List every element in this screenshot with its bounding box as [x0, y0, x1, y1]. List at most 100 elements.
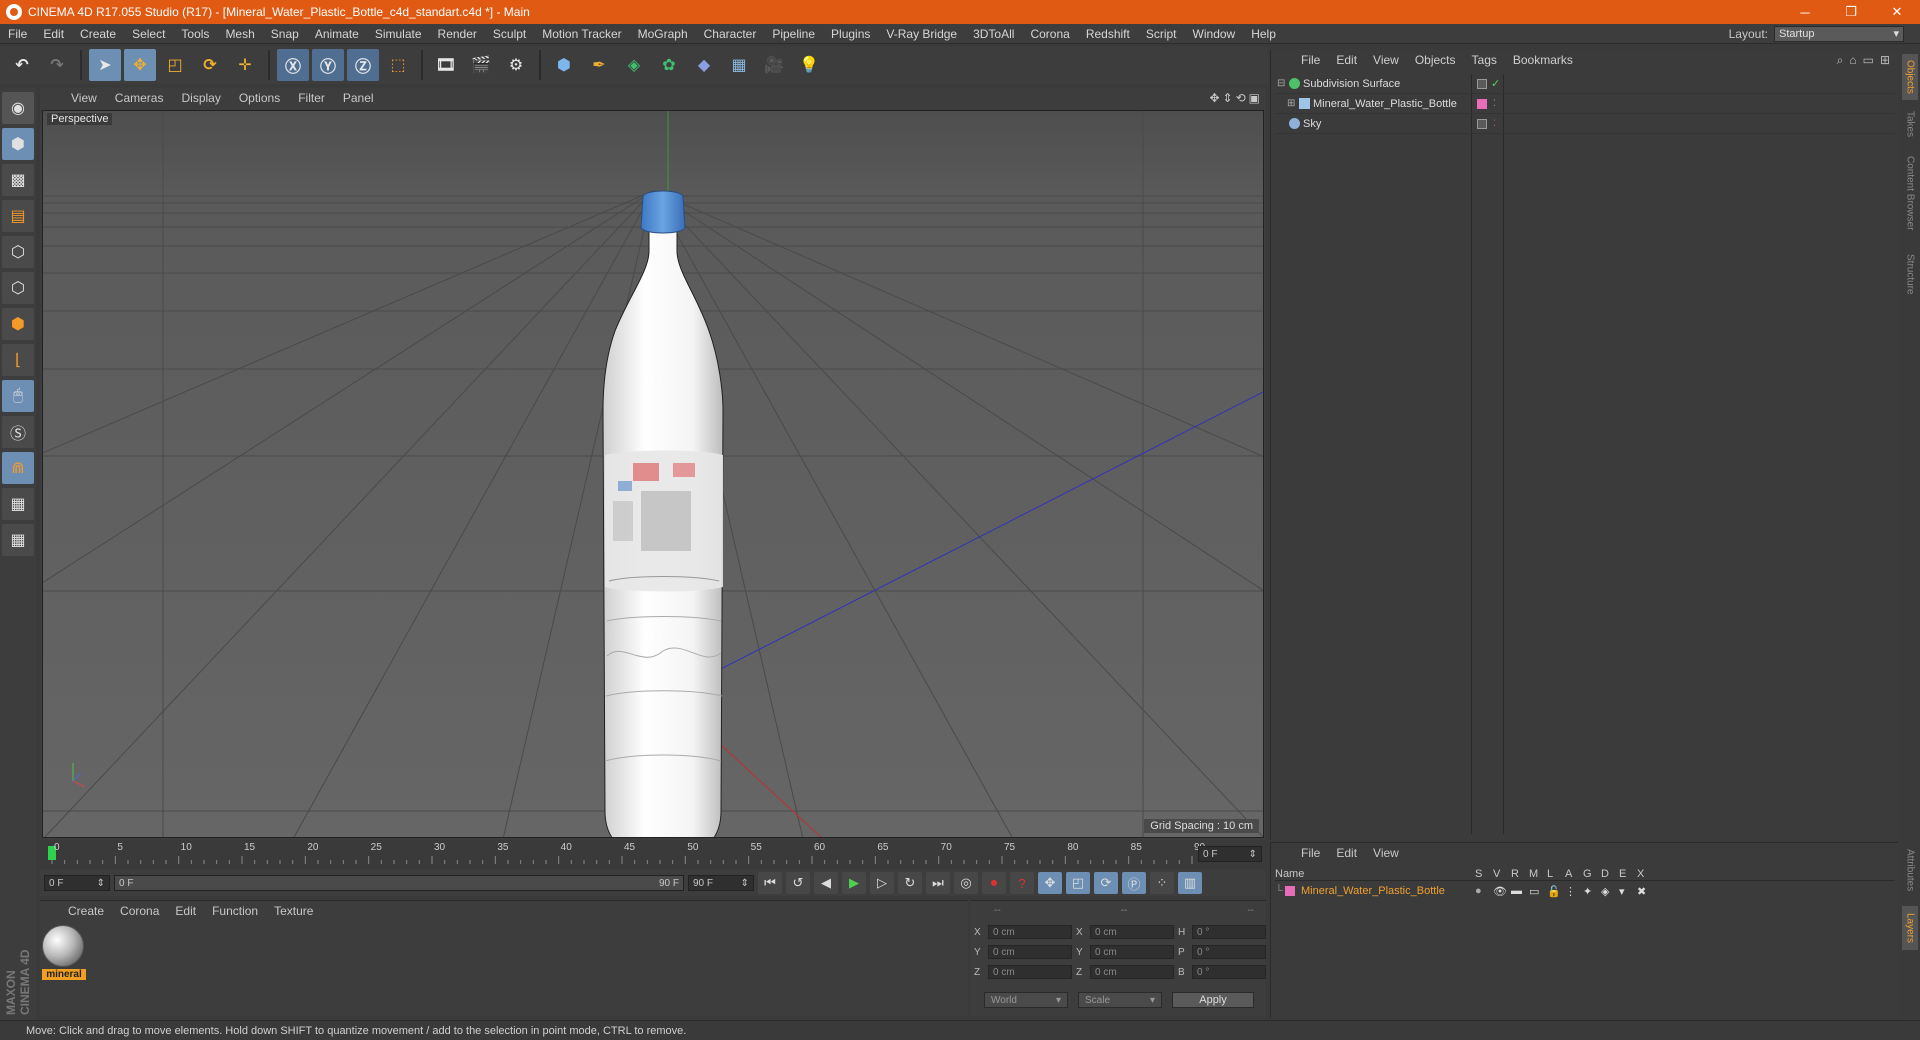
3d-viewport[interactable]: Perspective Grid Spacing : 10 cm	[42, 110, 1264, 838]
previous-frame-icon[interactable]: ◀	[814, 872, 838, 894]
key-scale-icon[interactable]: ◰	[1066, 872, 1090, 894]
om-menu-view[interactable]: View	[1365, 53, 1407, 67]
layout-dropdown[interactable]: Startup ▾	[1774, 25, 1904, 42]
tab-structure[interactable]: Structure	[1902, 246, 1918, 302]
orbit-icon[interactable]: ⟲	[1236, 91, 1246, 105]
pan-icon[interactable]: ✥	[1209, 91, 1219, 105]
key-rotation-icon[interactable]: ⟳	[1094, 872, 1118, 894]
editor-visibility-icon[interactable]	[1477, 118, 1487, 129]
scale-tool-icon[interactable]: ◰	[159, 49, 191, 81]
key-point-level-icon[interactable]: ⁘	[1150, 872, 1174, 894]
tab-attributes[interactable]: Attributes	[1902, 840, 1918, 900]
z-axis-lock-icon[interactable]: Ⓩ	[347, 49, 379, 81]
viewport-menu-panel[interactable]: Panel	[334, 91, 383, 105]
menu-render[interactable]: Render	[430, 27, 485, 41]
workplane-mode-icon[interactable]: ▤	[2, 200, 34, 232]
go-to-end-icon[interactable]: ⏭	[926, 872, 950, 894]
move-tool-icon[interactable]: ✥	[124, 49, 156, 81]
collapse-icon[interactable]: ⊟	[1277, 78, 1285, 89]
object-row-subdivision-surface[interactable]: ⊟ Subdivision Surface ✓	[1275, 74, 1895, 94]
material-menu-texture[interactable]: Texture	[266, 904, 321, 918]
position-x-field[interactable]: 0 cm	[988, 925, 1072, 939]
om-menu-tags[interactable]: Tags	[1464, 53, 1505, 67]
menu-window[interactable]: Window	[1185, 27, 1244, 41]
rotate-tool-icon[interactable]: ⟳	[194, 49, 226, 81]
close-button[interactable]: ✕	[1874, 0, 1920, 24]
cube-object-icon[interactable]: ⬢	[548, 49, 580, 81]
material-menu-corona[interactable]: Corona	[112, 904, 167, 918]
render-icon[interactable]: ▬	[1511, 885, 1529, 897]
position-y-field[interactable]: 0 cm	[988, 945, 1072, 959]
menu-sculpt[interactable]: Sculpt	[485, 27, 534, 41]
menu-plugins[interactable]: Plugins	[823, 27, 878, 41]
go-to-next-key-icon[interactable]: ↻	[898, 872, 922, 894]
preview-range-slider[interactable]: 0 F 90 F	[114, 875, 684, 891]
home-icon[interactable]: ⌂	[1849, 53, 1856, 68]
render-picture-viewer-icon[interactable]: 🎬	[465, 49, 497, 81]
menu-mograph[interactable]: MoGraph	[630, 27, 696, 41]
lock-icon[interactable]: 🔓	[1547, 885, 1565, 898]
search-icon[interactable]: ⌕	[1837, 53, 1844, 68]
apply-button[interactable]: Apply	[1172, 992, 1254, 1008]
lm-menu-file[interactable]: File	[1293, 846, 1328, 860]
camera-icon[interactable]: 🎥	[758, 49, 790, 81]
om-menu-edit[interactable]: Edit	[1328, 53, 1365, 67]
timeline-window-icon[interactable]: ▥	[1178, 872, 1202, 894]
material-menu-edit[interactable]: Edit	[167, 904, 204, 918]
view-icon[interactable]: 👁	[1493, 885, 1511, 898]
menu-edit[interactable]: Edit	[35, 27, 72, 41]
menu-tools[interactable]: Tools	[173, 27, 217, 41]
coordinate-system-icon[interactable]: ⬚	[382, 49, 414, 81]
editor-visibility-icon[interactable]	[1477, 78, 1487, 89]
end-frame-field[interactable]: 90 F ⇕	[688, 875, 754, 891]
menu-create[interactable]: Create	[72, 27, 124, 41]
edges-mode-icon[interactable]: ⬡	[2, 272, 34, 304]
play-forward-icon[interactable]: ▶	[842, 872, 866, 894]
camera-label[interactable]: Perspective	[47, 113, 113, 125]
solo-icon[interactable]: ●	[1475, 885, 1493, 897]
visibility-dots-icon[interactable]: ⁚	[1493, 118, 1496, 129]
menu-simulate[interactable]: Simulate	[367, 27, 430, 41]
menu-corona[interactable]: Corona	[1022, 27, 1077, 41]
menu-pipeline[interactable]: Pipeline	[764, 27, 823, 41]
polygons-mode-icon[interactable]: ⬢	[2, 308, 34, 340]
menu-select[interactable]: Select	[124, 27, 173, 41]
lm-menu-view[interactable]: View	[1365, 846, 1407, 860]
coordinate-mode-dropdown[interactable]: World ▾	[984, 992, 1068, 1008]
record-active-objects-icon[interactable]: ⏺	[982, 872, 1006, 894]
menu-motion-tracker[interactable]: Motion Tracker	[534, 27, 629, 41]
grid-snap-icon[interactable]: ▦	[2, 524, 34, 556]
record-keys-icon[interactable]: ◎	[954, 872, 978, 894]
rotation-b-field[interactable]: 0 °	[1192, 965, 1266, 979]
x-axis-lock-icon[interactable]: Ⓧ	[277, 49, 309, 81]
current-frame-field[interactable]: 0 F ⇕	[1198, 846, 1262, 862]
object-row-bottle[interactable]: ⊞ Mineral_Water_Plastic_Bottle ⁚	[1275, 94, 1895, 114]
om-menu-file[interactable]: File	[1293, 53, 1328, 67]
menu-animate[interactable]: Animate	[307, 27, 367, 41]
floor-icon[interactable]: ▦	[723, 49, 755, 81]
layer-color-icon[interactable]	[1285, 886, 1295, 896]
autokeying-icon[interactable]: ?	[1010, 872, 1034, 894]
timeline-ruler[interactable]: 051015202530354045505560657075808590 0 F…	[40, 842, 1266, 866]
subdivision-surface-icon[interactable]: ◈	[618, 49, 650, 81]
points-mode-icon[interactable]: ⬡	[2, 236, 34, 268]
live-selection-icon[interactable]: ➤	[89, 49, 121, 81]
tweak-mode-icon[interactable]: 🖱	[2, 380, 34, 412]
redo-icon[interactable]: ↷	[41, 49, 73, 81]
layer-color-icon[interactable]	[1477, 98, 1487, 109]
light-icon[interactable]: 💡	[793, 49, 825, 81]
position-z-field[interactable]: 0 cm	[988, 965, 1072, 979]
menu-redshift[interactable]: Redshift	[1078, 27, 1138, 41]
pen-spline-icon[interactable]: ✒	[583, 49, 615, 81]
menu-vray-bridge[interactable]: V-Ray Bridge	[878, 27, 965, 41]
lm-menu-edit[interactable]: Edit	[1328, 846, 1365, 860]
om-menu-objects[interactable]: Objects	[1407, 53, 1464, 67]
material-menu-function[interactable]: Function	[204, 904, 266, 918]
viewport-menu-filter[interactable]: Filter	[289, 91, 334, 105]
tab-content-browser[interactable]: Content Browser	[1902, 146, 1918, 240]
menu-file[interactable]: File	[0, 27, 35, 41]
material-menu-create[interactable]: Create	[60, 904, 112, 918]
key-parameter-icon[interactable]: Ⓟ	[1122, 872, 1146, 894]
size-z-field[interactable]: 0 cm	[1090, 965, 1174, 979]
size-y-field[interactable]: 0 cm	[1090, 945, 1174, 959]
